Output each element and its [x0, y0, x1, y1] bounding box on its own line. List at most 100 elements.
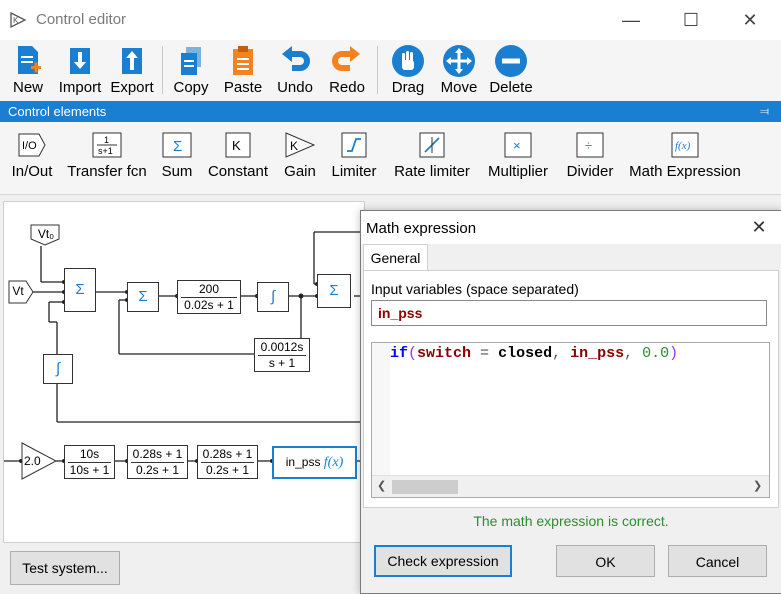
pin-icon[interactable]: ⫤ — [760, 101, 769, 122]
move-arrows-icon — [443, 45, 475, 77]
input-variables-field[interactable]: in_pss — [371, 300, 767, 326]
palette-label: Rate limiter — [394, 163, 470, 180]
svg-text:K: K — [290, 139, 298, 153]
scroll-thumb[interactable] — [392, 480, 458, 494]
window-title: Control editor — [36, 11, 127, 28]
export-icon — [122, 48, 142, 74]
gain-icon: K — [285, 132, 316, 158]
palette-label: Multiplier — [487, 163, 548, 180]
delete-button[interactable]: Delete — [488, 42, 534, 98]
sum-block-2[interactable]: Σ — [127, 282, 159, 312]
limiter-block-1[interactable]: ∫ — [257, 282, 289, 312]
svg-text:×: × — [513, 138, 521, 153]
close-button[interactable]: ✕ — [737, 8, 763, 32]
svg-text:K: K — [232, 138, 241, 153]
editor-gutter — [372, 343, 390, 475]
divider-icon: ÷ — [576, 132, 604, 158]
palette-item-constant[interactable]: K Constant — [206, 132, 270, 180]
scroll-right-icon[interactable]: ❯ — [753, 479, 762, 492]
palette-label: Sum — [161, 163, 193, 180]
redo-icon — [332, 46, 360, 71]
palette-label: Math Expression — [629, 163, 741, 180]
constant-icon: K — [225, 132, 251, 158]
paste-button[interactable]: Paste — [222, 42, 264, 98]
paste-icon — [233, 46, 253, 75]
test-system-button[interactable]: Test system... — [10, 551, 120, 585]
palette-item-sum[interactable]: Σ Sum — [156, 132, 198, 180]
input-variables-label: Input variables (space separated) — [371, 281, 579, 297]
ok-button[interactable]: OK — [556, 545, 655, 577]
delete-label: Delete — [489, 79, 533, 96]
maximize-button[interactable]: ☐ — [678, 8, 704, 32]
drag-button[interactable]: Drag — [387, 42, 429, 98]
transfer-fcn-block-5[interactable]: 0.28s + 1 0.2s + 1 — [197, 445, 258, 479]
new-button[interactable]: New — [8, 42, 48, 98]
import-label: Import — [58, 79, 102, 96]
sum-block-1[interactable]: Σ — [64, 268, 96, 312]
gain-value: 2.0 — [24, 454, 41, 468]
toolbar-separator — [162, 46, 163, 94]
drag-label: Drag — [391, 79, 425, 96]
control-elements-palette: I/O In/Out 1 s+1 Transfer fcn Σ Sum K Con… — [0, 122, 781, 195]
palette-label: Gain — [284, 163, 316, 180]
tf-numerator: 200 — [181, 282, 237, 298]
math-expression-icon: f(x) — [671, 132, 699, 158]
code-variable: in_pss — [570, 345, 625, 362]
transfer-fcn-block-1[interactable]: 200 0.02s + 1 — [177, 280, 241, 314]
undo-label: Undo — [277, 79, 313, 96]
check-expression-button[interactable]: Check expression — [374, 545, 512, 577]
move-label: Move — [440, 79, 478, 96]
move-button[interactable]: Move — [438, 42, 480, 98]
transfer-fcn-block-4[interactable]: 0.28s + 1 0.2s + 1 — [127, 445, 188, 479]
palette-item-divider[interactable]: ÷ Divider — [562, 132, 618, 180]
palette-item-rate-limiter[interactable]: Rate limiter — [390, 132, 474, 180]
redo-button[interactable]: Redo — [326, 42, 368, 98]
export-button[interactable]: Export — [109, 42, 155, 98]
import-button[interactable]: Import — [55, 42, 105, 98]
tf-numerator: 0.28s + 1 — [201, 447, 254, 463]
tf-denominator: 0.02s + 1 — [184, 298, 234, 312]
transfer-fcn-block-3[interactable]: 10s 10s + 1 — [64, 445, 115, 479]
transfer-function-icon: 1s+1 — [92, 132, 122, 158]
tf-denominator: 0.2s + 1 — [135, 463, 180, 477]
svg-text:s+1: s+1 — [98, 146, 113, 156]
svg-text:I/O: I/O — [22, 140, 37, 152]
cancel-button[interactable]: Cancel — [668, 545, 767, 577]
dialog-close-button[interactable]: ✕ — [747, 215, 771, 239]
tf-denominator: 0.2s + 1 — [205, 463, 250, 477]
palette-item-transfer-fcn[interactable]: 1 s+1 Transfer fcn — [66, 132, 148, 180]
copy-button[interactable]: Copy — [170, 42, 212, 98]
diagram-canvas[interactable]: Vt₀ Vt Σ Σ 200 0.02s + 1 ∫ Σ 0.0012s s +… — [3, 201, 365, 543]
palette-item-gain[interactable]: K Gain — [280, 132, 320, 180]
control-elements-header: Control elements ⫤ — [0, 101, 781, 122]
palette-item-limiter[interactable]: Limiter — [328, 132, 380, 180]
input-vto-label: Vt₀ — [37, 227, 55, 241]
svg-text:÷: ÷ — [585, 138, 592, 153]
palette-item-math-expression[interactable]: f(x) Math Expression — [628, 132, 742, 180]
svg-text:1: 1 — [104, 135, 109, 145]
palette-item-multiplier[interactable]: × Multiplier — [482, 132, 554, 180]
paste-label: Paste — [223, 79, 263, 96]
palette-label: Divider — [566, 163, 614, 180]
code-operator: = — [471, 345, 499, 362]
title-bar: K Control editor — ☐ ✕ — [0, 0, 781, 40]
toolbar-separator — [377, 46, 378, 94]
limiter-block-2[interactable]: ∫ — [43, 354, 73, 384]
undo-icon — [282, 46, 310, 71]
transfer-fcn-block-2[interactable]: 0.0012s s + 1 — [254, 338, 310, 372]
horizontal-scrollbar[interactable]: ❮ ❯ — [372, 475, 769, 497]
undo-button[interactable]: Undo — [274, 42, 316, 98]
delete-icon — [495, 45, 527, 77]
redo-label: Redo — [329, 79, 365, 96]
math-expression-block[interactable]: in_pss f(x) — [272, 446, 357, 479]
validation-status: The math expression is correct. — [473, 513, 669, 529]
expression-editor[interactable]: if(switch = closed, in_pss, 0.0) ❮ ❯ — [371, 342, 770, 498]
tf-numerator: 0.0012s — [258, 340, 306, 356]
dialog-title-bar: Math expression ✕ — [361, 211, 781, 244]
palette-item-in-out[interactable]: I/O In/Out — [6, 132, 58, 180]
scroll-left-icon[interactable]: ❮ — [377, 479, 386, 492]
sum-block-3[interactable]: Σ — [317, 274, 351, 308]
math-block-variable: in_pss — [285, 455, 321, 469]
minimize-button[interactable]: — — [618, 8, 644, 32]
tab-general[interactable]: General — [363, 244, 428, 271]
